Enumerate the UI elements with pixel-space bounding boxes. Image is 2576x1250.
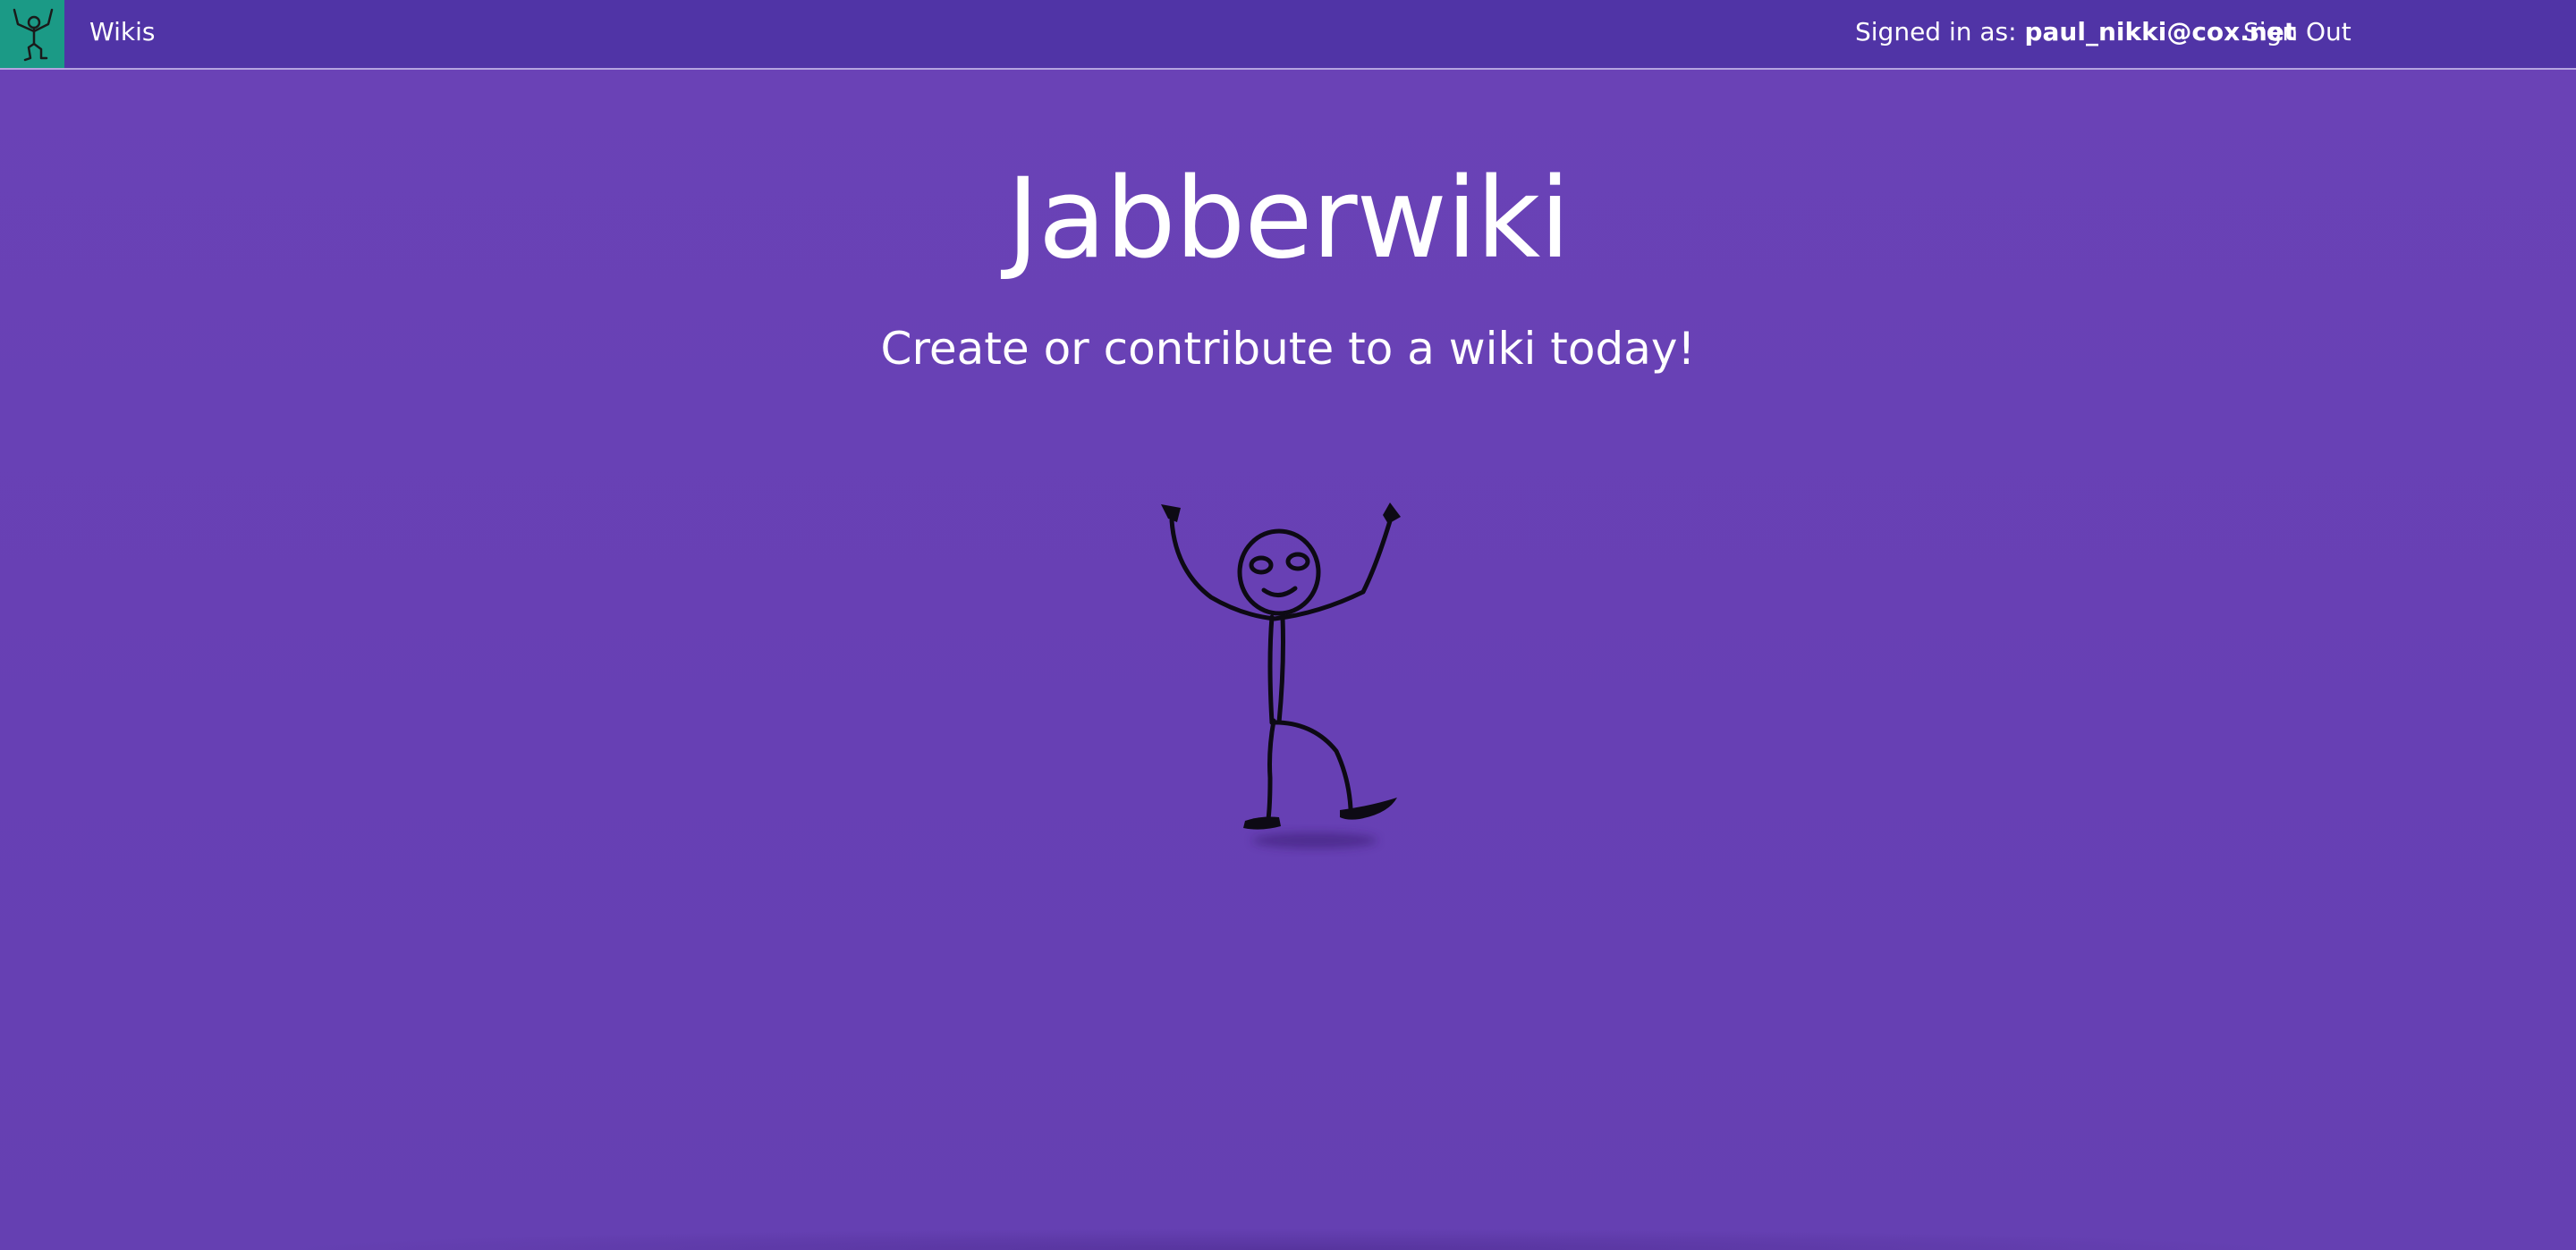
signed-in-prefix: Signed in as: [1855,17,2017,46]
top-navbar: Wikis Signed in as: paul_nikki@cox.net S… [0,0,2576,70]
bottom-shadow [268,1229,2308,1250]
signed-in-status: Signed in as: paul_nikki@cox.net [1855,0,2296,68]
sign-out-link[interactable]: Sign Out [2243,0,2351,68]
stick-figure-logo-icon [13,8,54,62]
brand-logo-link[interactable] [0,0,64,68]
page-subtitle: Create or contribute to a wiki today! [880,323,1696,375]
stick-figure-mascot [1161,503,1401,849]
nav-wikis-link[interactable]: Wikis [89,0,155,68]
page-title: Jabberwiki [1006,155,1570,283]
page: Wikis Signed in as: paul_nikki@cox.net S… [0,0,2576,1250]
